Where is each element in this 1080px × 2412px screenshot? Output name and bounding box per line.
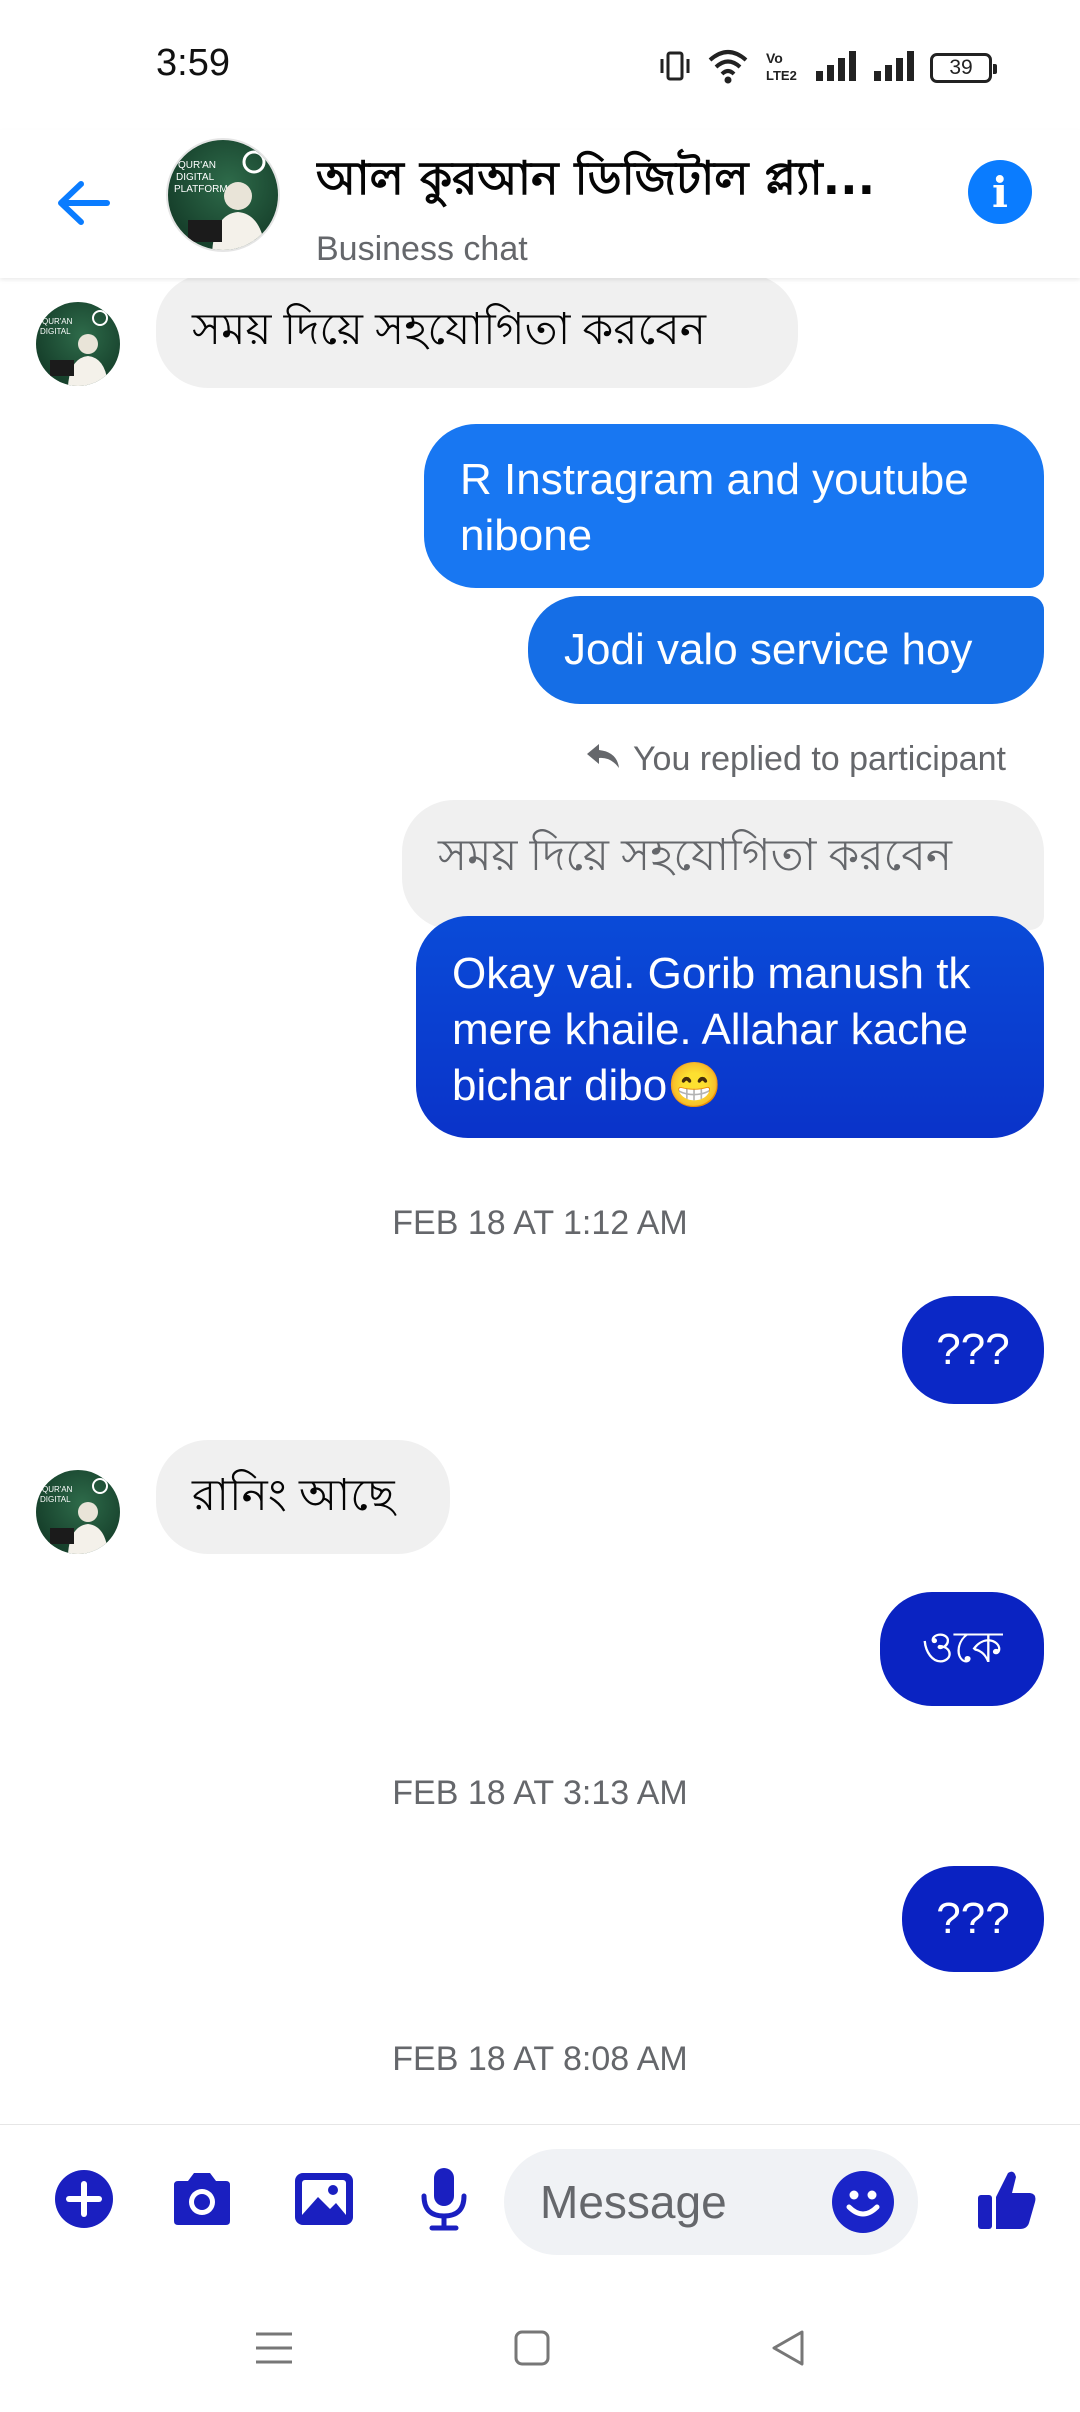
wifi-icon: [706, 48, 750, 88]
reply-indicator: You replied to participant: [585, 740, 1006, 779]
battery-icon: 39: [930, 53, 997, 83]
incoming-message[interactable]: সময় দিয়ে সহযোগিতা করবেন: [156, 274, 798, 388]
outgoing-message[interactable]: Jodi valo service hoy: [528, 596, 1044, 704]
chat-title-block[interactable]: আল কুরআন ডিজিটাল প্ল্যা... Business chat: [316, 144, 896, 269]
battery-level: 39: [949, 56, 973, 79]
composer: [0, 2124, 1080, 2282]
svg-text:QUR'AN: QUR'AN: [178, 160, 216, 171]
camera-icon: [168, 2169, 236, 2233]
message-text: Okay vai. Gorib manush tk mere khaile. A…: [452, 949, 971, 1110]
svg-text:Vo: Vo: [766, 50, 783, 66]
chat-subtitle: Business chat: [316, 230, 528, 268]
outgoing-message[interactable]: ওকে: [880, 1592, 1044, 1706]
reply-label-text: You replied to participant: [632, 740, 1006, 778]
outgoing-message[interactable]: R Instragram and youtube nibone: [424, 424, 1044, 588]
timestamp: FEB 18 AT 8:08 AM: [392, 2040, 688, 2078]
svg-text:PLATFORM: PLATFORM: [174, 184, 228, 195]
menu-lines-icon: [252, 2328, 296, 2372]
emoji-button[interactable]: [832, 2171, 894, 2233]
message-text: ???: [936, 1325, 1010, 1374]
microphone-icon: [418, 2166, 470, 2236]
svg-text:DIGITAL: DIGITAL: [40, 1495, 71, 1504]
plus-circle-icon: [52, 2167, 116, 2235]
recents-button[interactable]: [244, 2320, 304, 2380]
back-button[interactable]: [48, 170, 118, 240]
svg-text:DIGITAL: DIGITAL: [40, 327, 71, 336]
chat-header: QUR'AN DIGITAL PLATFORM আল কুরআন ডিজিটাল…: [0, 130, 1080, 278]
home-button[interactable]: [502, 2320, 562, 2380]
timestamp: FEB 18 AT 1:12 AM: [392, 1204, 688, 1242]
system-back-button[interactable]: [758, 2320, 818, 2380]
microphone-button[interactable]: [408, 2165, 480, 2237]
arrow-left-icon: [53, 178, 113, 232]
gallery-button[interactable]: [288, 2165, 360, 2237]
info-button[interactable]: i: [968, 160, 1032, 224]
volte-icon: Vo LTE2: [764, 48, 800, 88]
status-bar: 3:59 Vo LTE2 39: [0, 0, 1080, 130]
triangle-back-icon: [768, 2328, 808, 2372]
signal-1-icon: [814, 49, 858, 87]
contact-avatar-small: QUR'AN DIGITAL: [36, 1470, 120, 1554]
quoted-message[interactable]: সময় দিয়ে সহযোগিতা করবেন: [402, 800, 1044, 930]
message-text: ???: [936, 1894, 1010, 1943]
incoming-message[interactable]: রানিং আছে: [156, 1440, 450, 1554]
square-icon: [512, 2328, 552, 2372]
message-text: R Instragram and youtube nibone: [460, 455, 969, 560]
camera-button[interactable]: [166, 2165, 238, 2237]
image-icon: [292, 2169, 356, 2233]
message-text: সময় দিয়ে সহযোগিতা করবেন: [192, 305, 706, 354]
chat-title: আল কুরআন ডিজিটাল প্ল্যা...: [316, 151, 876, 205]
outgoing-message[interactable]: ???: [902, 1866, 1044, 1972]
outgoing-message[interactable]: Okay vai. Gorib manush tk mere khaile. A…: [416, 916, 1044, 1138]
vibrate-icon: [658, 49, 692, 87]
svg-text:DIGITAL: DIGITAL: [176, 172, 215, 183]
like-button[interactable]: [970, 2165, 1044, 2239]
reply-arrow-icon: [585, 740, 621, 779]
contact-avatar[interactable]: QUR'AN DIGITAL PLATFORM: [166, 138, 280, 252]
thumbs-up-icon: [974, 2167, 1040, 2237]
smiley-icon: [832, 2190, 894, 2237]
status-icons: Vo LTE2 39: [658, 48, 997, 88]
system-nav-bar: [0, 2282, 1080, 2412]
svg-text:LTE2: LTE2: [766, 68, 797, 83]
message-text: ওকে: [921, 1623, 1003, 1672]
outgoing-message[interactable]: ???: [902, 1296, 1044, 1404]
info-icon: i: [992, 167, 1008, 217]
timestamp: FEB 18 AT 3:13 AM: [392, 1774, 688, 1812]
add-button[interactable]: [48, 2165, 120, 2237]
svg-text:QUR'AN: QUR'AN: [42, 1485, 73, 1494]
quoted-text: সময় দিয়ে সহযোগিতা করবেন: [438, 831, 952, 880]
signal-2-icon: [872, 49, 916, 87]
message-text: রানিং আছে: [192, 1471, 395, 1520]
svg-text:QUR'AN: QUR'AN: [42, 317, 73, 326]
status-time: 3:59: [156, 42, 230, 84]
contact-avatar-small: QUR'AN DIGITAL: [36, 302, 120, 386]
message-text: Jodi valo service hoy: [564, 625, 973, 674]
